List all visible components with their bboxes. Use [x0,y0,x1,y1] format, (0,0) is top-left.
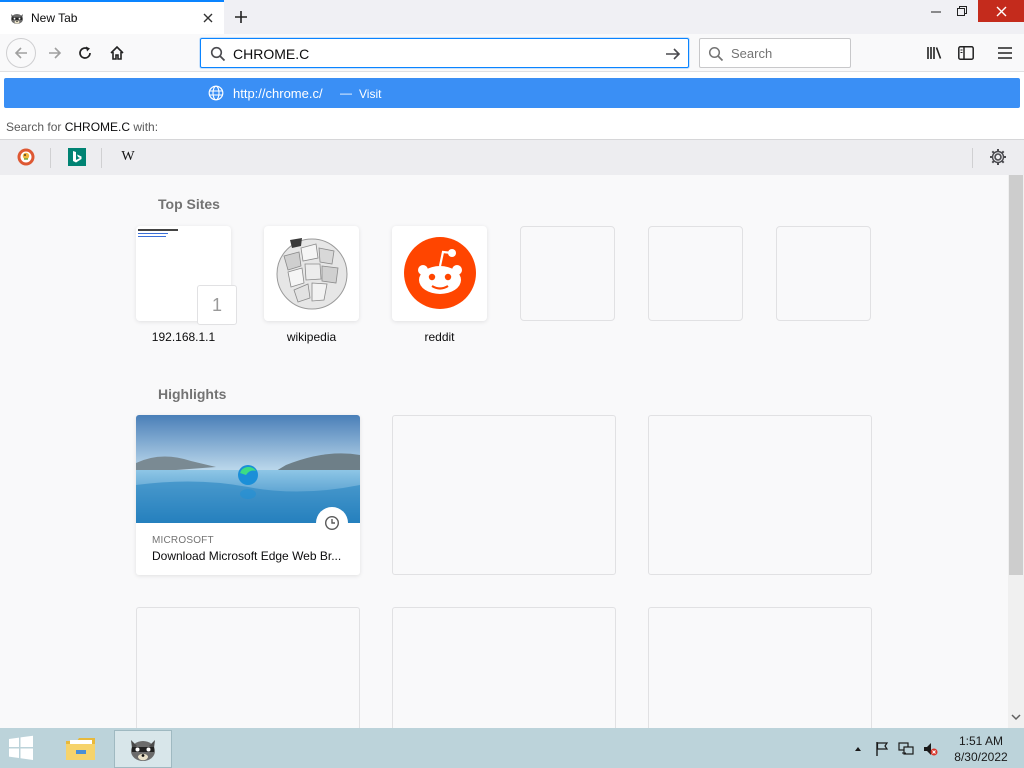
back-arrow-icon [14,47,27,59]
menu-button[interactable] [990,38,1020,68]
taskbar-clock-date[interactable]: 8/30/2022 [950,750,1012,764]
search-bar[interactable] [699,38,851,68]
action-center-flag-icon[interactable] [874,741,890,757]
library-button[interactable] [920,38,950,68]
forward-arrow-icon [49,47,62,59]
search-for-label: Search for CHROME.C with: [6,120,158,134]
top-site-label[interactable]: 192.168.1.1 [136,330,231,344]
url-input[interactable] [233,45,653,63]
back-button[interactable] [6,38,36,68]
scrollbar-thumb[interactable] [1009,175,1023,575]
new-tab-button[interactable] [228,4,254,30]
bing-icon[interactable] [68,148,86,166]
top-site-placeholder [648,226,743,321]
reload-icon [79,46,91,59]
engine-divider [101,148,102,168]
suggestion-action: Visit [359,87,382,101]
folder-icon [66,738,95,760]
top-site-tile[interactable] [392,226,487,321]
start-button[interactable] [6,735,40,763]
taskbar-clock-time[interactable]: 1:51 AM [955,734,1007,748]
engine-divider [972,148,973,168]
show-hidden-icons-button[interactable] [850,741,866,757]
top-site-label[interactable]: reddit [392,330,487,344]
arrow-right-icon [666,48,681,60]
suggestion-separator: — [340,86,352,100]
home-button[interactable] [102,38,132,68]
highlight-title: Download Microsoft Edge Web Br... [152,549,342,563]
engine-divider [50,148,51,168]
pinned-badge: 1 [197,285,237,325]
tab-new-tab[interactable]: New Tab [0,0,224,34]
url-bar[interactable] [200,38,689,68]
chevron-up-icon [855,747,861,751]
tab-title: New Tab [31,11,78,25]
reload-button[interactable] [70,38,100,68]
top-site-placeholder [520,226,615,321]
highlight-source: MICROSOFT [152,535,214,546]
sidebar-icon [958,46,974,60]
clock-icon [316,507,348,539]
wikipedia-icon[interactable]: W [119,148,137,166]
raccoon-icon [131,740,155,761]
volume-muted-icon[interactable] [922,741,938,757]
suggestion-url: http://chrome.c/ [233,86,323,101]
highlight-placeholder [648,415,872,575]
reddit-icon [404,237,476,309]
search-input[interactable] [731,46,841,61]
highlights-heading: Highlights [158,386,227,402]
gear-icon [990,149,1006,165]
duckduckgo-icon[interactable] [17,148,35,166]
search-icon [210,46,226,62]
close-tab-button[interactable] [198,8,218,28]
page-screenshot-link [138,233,168,234]
restore-icon [957,6,967,16]
highlight-placeholder [136,607,360,728]
globe-icon [208,85,224,101]
go-button[interactable] [663,44,683,64]
top-site-placeholder [776,226,871,321]
library-icon [927,47,942,59]
search-settings-button[interactable] [988,147,1008,167]
home-icon [110,45,124,60]
top-site-label[interactable]: wikipedia [264,330,359,344]
maximize-button[interactable] [946,0,978,22]
top-site-tile[interactable] [264,226,359,321]
search-for-suffix: with: [133,120,159,134]
title-bar: New Tab [0,0,1024,34]
minimize-icon [931,11,941,13]
plus-icon [235,11,247,23]
search-for-query: CHROME.C [64,120,131,134]
hamburger-menu-icon [998,47,1012,59]
highlight-placeholder [392,415,616,575]
scroll-down-arrow-icon[interactable] [1011,713,1021,721]
navigation-toolbar [0,34,1024,72]
windows-taskbar: 1:51 AM 8/30/2022 [0,728,1024,768]
taskbar-browser[interactable] [114,730,172,768]
page-screenshot-link [138,236,166,237]
vertical-scrollbar[interactable] [1008,175,1024,728]
search-for-prefix: Search for [6,120,62,134]
close-window-button[interactable] [978,0,1024,22]
raccoon-icon [11,14,23,24]
taskbar-file-explorer[interactable] [52,730,110,768]
close-icon [203,13,213,23]
top-sites-heading: Top Sites [158,196,220,212]
highlight-placeholder [648,607,872,728]
one-off-search-engines: W [0,139,1024,175]
sidebar-toggle-button[interactable] [951,38,981,68]
forward-button[interactable] [40,38,70,68]
highlight-placeholder [392,607,616,728]
url-autocomplete-popup: http://chrome.c/ — Visit Search for CHRO… [0,72,1024,175]
visit-suggestion-row[interactable]: http://chrome.c/ — Visit [4,78,1020,108]
windows-logo-icon [9,735,33,760]
page-screenshot-text [138,229,178,231]
close-icon [996,6,1006,16]
search-icon [708,46,724,62]
network-icon[interactable] [898,741,914,757]
highlight-card[interactable]: MICROSOFT Download Microsoft Edge Web Br… [136,415,360,575]
wikipedia-globe-icon [276,238,348,310]
new-tab-page: Top Sites 1 192.168.1.1 wikipedia reddit… [0,175,1024,728]
